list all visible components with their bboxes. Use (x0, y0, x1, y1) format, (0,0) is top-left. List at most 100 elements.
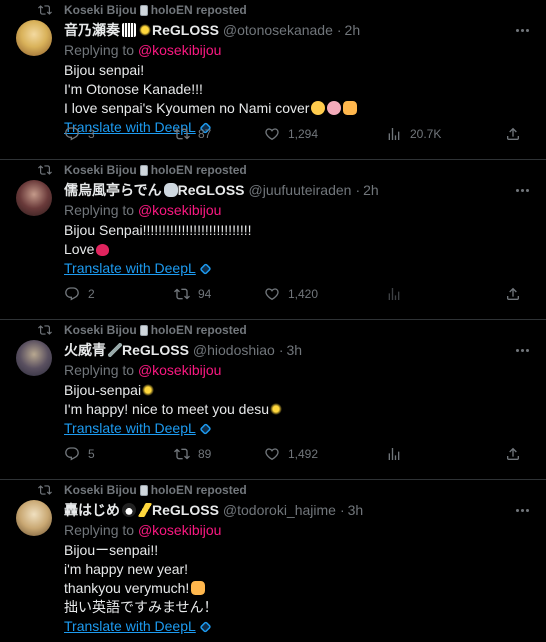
heart-icon (265, 288, 279, 301)
repost-indicator: Koseki Bijou holoEN reposted (38, 2, 247, 18)
post-line: I'm Otonose Kanade!!! (64, 81, 203, 97)
deepl-icon (199, 620, 212, 633)
display-name[interactable]: 音乃瀬奏 (64, 20, 120, 40)
post-text: Bijou senpai! I'm Otonose Kanade!!! I lo… (64, 61, 530, 118)
post-header: 轟はじめ ReGLOSS @todoroki_hajime · 3h (64, 500, 530, 520)
bowing-person-icon (343, 101, 358, 115)
post-header: 音乃瀬奏 ReGLOSS @otonosekanade · 2h (64, 20, 530, 40)
replying-to: Replying to @kosekibijou (64, 520, 530, 540)
shell-icon (163, 183, 178, 197)
separator-dot: · (339, 502, 345, 518)
heart-icon (265, 128, 279, 141)
translate-link[interactable]: Translate with DeepL (64, 419, 212, 438)
post-header: 儒烏風亭らでん ReGLOSS @juufuuteiraden · 2h (64, 180, 530, 200)
avatar[interactable] (16, 180, 52, 216)
repost-count: 89 (198, 447, 212, 461)
like-button[interactable]: 1,492 (264, 444, 318, 464)
timestamp[interactable]: 2h (363, 182, 379, 198)
post-line: Bijouーsenpai!! (64, 542, 159, 558)
post-line: Love (64, 240, 530, 259)
like-button[interactable]: 1,420 (264, 284, 318, 304)
share-button[interactable] (505, 444, 521, 464)
views-button[interactable]: 20.7K (386, 124, 441, 144)
repost-suffix: holoEN reposted (150, 163, 247, 177)
mention-link[interactable]: @kosekibijou (138, 202, 221, 218)
repost-by-name[interactable]: Koseki Bijou (64, 163, 137, 177)
like-count: 1,294 (288, 127, 319, 141)
share-button[interactable] (505, 124, 521, 144)
timestamp[interactable]: 2h (345, 22, 361, 38)
repost-button[interactable]: 94 (174, 284, 211, 304)
replying-to: Replying to @kosekibijou (64, 360, 530, 380)
piano-icon (122, 23, 136, 37)
repost-suffix: holoEN reposted (150, 323, 247, 337)
post-todoroki-hajime[interactable]: Koseki Bijou holoEN reposted 轟はじめ ReGLOS… (0, 480, 546, 640)
pleading-face-icon (311, 101, 326, 115)
action-bar: 2 94 1,420 (64, 284, 530, 304)
post-otonose-kanade[interactable]: Koseki Bijou holoEN reposted 音乃瀬奏 ReGLOS… (0, 0, 546, 160)
repost-button[interactable]: 87 (174, 124, 211, 144)
mention-link[interactable]: @kosekibijou (138, 522, 221, 538)
post-header: 火威青 ReGLOSS @hiodoshiao · 3h (64, 340, 530, 360)
translate-link[interactable]: Translate with DeepL (64, 617, 212, 636)
pen-icon (108, 343, 122, 357)
display-name[interactable]: 儒烏風亭らでん (64, 180, 162, 200)
repost-indicator: Koseki Bijou holoEN reposted (38, 162, 247, 178)
repost-icon (38, 163, 52, 177)
handle[interactable]: @hiodoshiao (193, 342, 275, 358)
repost-icon (174, 128, 190, 140)
display-name[interactable]: 轟はじめ (64, 500, 120, 520)
post-juufuutei-raden[interactable]: Koseki Bijou holoEN reposted 儒烏風亭らでん ReG… (0, 160, 546, 320)
views-button[interactable] (386, 444, 410, 464)
like-count: 1,492 (288, 447, 319, 461)
repost-by-name[interactable]: Koseki Bijou (64, 3, 137, 17)
repost-icon (38, 3, 52, 17)
action-bar: 3 87 1,294 20.7K (64, 124, 530, 144)
replying-label: Replying to (64, 42, 135, 58)
deepl-icon (199, 422, 212, 435)
phone-emoji-icon (139, 164, 148, 176)
sparkles-icon (138, 23, 152, 37)
share-icon (507, 287, 519, 300)
display-name-suffix: ReGLOSS (177, 182, 245, 198)
repost-indicator: Koseki Bijou holoEN reposted (38, 482, 247, 498)
bowing-person-icon (191, 581, 206, 595)
post-line: Bijou Senpai!!!!!!!!!!!!!!!!!!!!!!!!!!!! (64, 222, 252, 238)
post-hiodoshi-ao[interactable]: Koseki Bijou holoEN reposted 火威青 ReGLOSS… (0, 320, 546, 480)
repost-by-name[interactable]: Koseki Bijou (64, 323, 137, 337)
repost-button[interactable]: 89 (174, 444, 211, 464)
reply-count: 5 (88, 447, 95, 461)
mention-link[interactable]: @kosekibijou (138, 42, 221, 58)
translate-link[interactable]: Translate with DeepL (64, 259, 212, 278)
reply-button[interactable]: 3 (64, 124, 95, 144)
handle[interactable]: @todoroki_hajime (223, 502, 336, 518)
handle[interactable]: @otonosekanade (223, 22, 333, 38)
avatar[interactable] (16, 500, 52, 536)
like-button[interactable]: 1,294 (264, 124, 318, 144)
separator-dot: · (278, 342, 284, 358)
post-text: Bijouーsenpai!! i'm happy new year! thank… (64, 541, 530, 617)
post-line: Bijou senpai! (64, 62, 145, 78)
post-line: Bijou-senpai (64, 381, 530, 400)
display-name-suffix: ReGLOSS (152, 502, 219, 518)
avatar[interactable] (16, 20, 52, 56)
views-button[interactable] (386, 284, 410, 304)
analytics-icon (388, 128, 400, 140)
timestamp[interactable]: 3h (348, 502, 364, 518)
analytics-icon (388, 448, 400, 460)
share-button[interactable] (505, 284, 521, 304)
timestamp[interactable]: 3h (287, 342, 303, 358)
handle[interactable]: @juufuuteiraden (249, 182, 352, 198)
mention-link[interactable]: @kosekibijou (138, 362, 221, 378)
repost-indicator: Koseki Bijou holoEN reposted (38, 322, 247, 338)
reply-button[interactable]: 5 (64, 444, 95, 464)
post-text: Bijou-senpai I'm happy! nice to meet you… (64, 381, 530, 419)
share-icon (507, 447, 519, 460)
display-name[interactable]: 火威青 (64, 340, 106, 360)
share-icon (507, 127, 519, 140)
post-line: I'm happy! nice to meet you desu (64, 400, 530, 419)
reply-button[interactable]: 2 (64, 284, 95, 304)
avatar[interactable] (16, 340, 52, 376)
repost-icon (174, 448, 190, 460)
repost-by-name[interactable]: Koseki Bijou (64, 483, 137, 497)
